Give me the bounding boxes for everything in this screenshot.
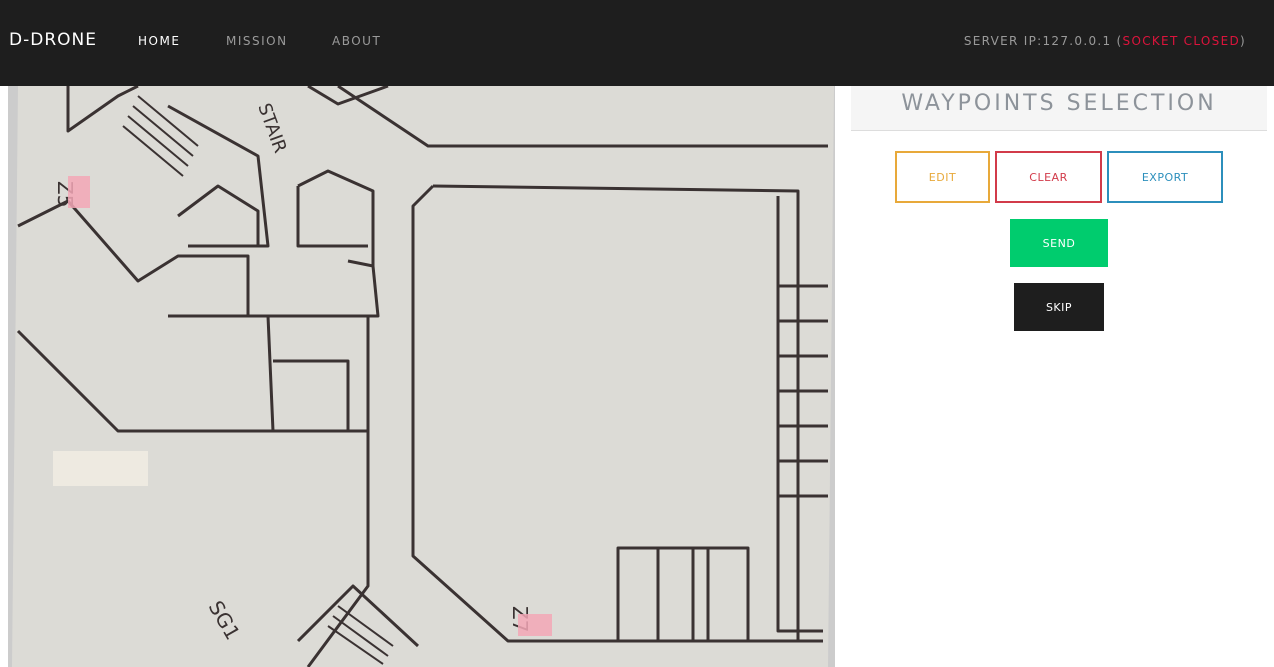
marker-z5 (68, 176, 90, 208)
nav-home[interactable]: HOME (138, 34, 180, 48)
server-ip-label: SERVER IP:127.0.0.1 ( (963, 34, 1123, 48)
nav-about[interactable]: ABOUT (332, 34, 381, 48)
waypoints-panel: WAYPOINTS SELECTION EDIT CLEAR EXPORT SE… (835, 86, 1274, 667)
marker-z7 (518, 614, 552, 636)
skip-button[interactable]: SKIP (1014, 283, 1104, 331)
floorplan-map[interactable]: Z5 Z7 SG1 STAIR (8, 86, 835, 667)
nav-mission[interactable]: MISSION (226, 34, 288, 48)
socket-status: SOCKET CLOSED (1122, 34, 1241, 48)
top-navbar: D-DRONE HOME MISSION ABOUT SERVER IP:127… (0, 0, 1274, 86)
waypoints-title: WAYPOINTS SELECTION (851, 86, 1267, 131)
clear-button[interactable]: CLEAR (995, 151, 1102, 203)
highlight-patch (53, 451, 148, 486)
server-status-suffix: ) (1240, 34, 1246, 48)
server-status: SERVER IP:127.0.0.1 (SOCKET CLOSED) (964, 34, 1246, 48)
floorplan-image[interactable]: Z5 Z7 SG1 STAIR (8, 86, 835, 667)
brand-logo[interactable]: D-DRONE (9, 30, 97, 50)
export-button[interactable]: EXPORT (1107, 151, 1223, 203)
edit-button[interactable]: EDIT (895, 151, 990, 203)
send-button[interactable]: SEND (1010, 219, 1108, 267)
